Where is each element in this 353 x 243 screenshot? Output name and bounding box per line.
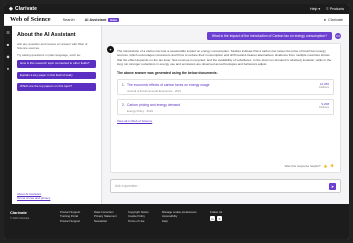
source-item[interactable]: 1. The economic effects of carbon taxes … — [117, 78, 334, 95]
footer-link[interactable]: Newsletter — [94, 219, 128, 223]
products-label: Products — [329, 7, 344, 11]
clarivate-brand-label: Clarivate — [14, 6, 37, 12]
topbar-links: Help ▾ ⠿ Products — [310, 7, 344, 11]
account-label: Clarivate — [328, 17, 343, 22]
main-area: ☰ ■ ◆ ● About the AI Assistant Ask any q… — [4, 26, 349, 204]
side-rail: ☰ ■ ◆ ● — [4, 26, 12, 204]
source-title[interactable]: Carbon pricing and energy demand — [122, 103, 329, 107]
suggestion-button[interactable]: Explain a key paper in this field of stu… — [17, 71, 96, 80]
tab-ai-assistant-label: AI Assistant — [84, 17, 107, 22]
footer-logo: Clarivate — [10, 210, 27, 215]
alert-icon[interactable]: ● — [7, 67, 9, 71]
account-menu[interactable]: ● Clarivate — [324, 18, 343, 22]
source-number: 1. — [122, 82, 125, 87]
help-menu[interactable]: Help ▾ — [310, 7, 320, 11]
suggestion-button[interactable]: How is this research topic connected to … — [17, 60, 96, 68]
footer-link[interactable]: Terms of Use — [128, 219, 162, 223]
source-citations: 9,208 Citations — [318, 102, 329, 111]
feedback-row: Was this response helpful? 👍 👎 — [285, 164, 334, 168]
source-title[interactable]: The economic effects of carbon taxes on … — [122, 83, 329, 87]
answer-text: The introduction of a carbon tax has a m… — [117, 49, 332, 67]
beta-badge: Beta — [108, 17, 119, 22]
footer-col: Manage cookie preferences Accessibility … — [162, 210, 202, 233]
about-title: About the AI Assistant — [17, 32, 76, 38]
sources-title: The above answer was generated using the… — [117, 70, 218, 75]
footer-col: Copyright Notice Cookie Policy Terms of … — [128, 210, 162, 233]
follow-label: Follow Us — [210, 210, 223, 214]
wos-logo[interactable]: Web of Science — [10, 16, 51, 23]
about-prompt: Try asking questions in plain language, … — [17, 53, 81, 57]
clarivate-logo-icon: ◈ — [9, 6, 13, 12]
input-placeholder: Ask a question... — [115, 184, 141, 188]
history-icon[interactable]: ■ — [7, 43, 9, 47]
footer-link[interactable]: Help — [162, 219, 202, 223]
source-meta: Energy Policy · 2019 — [127, 108, 153, 113]
clarivate-brand[interactable]: ◈ Clarivate — [9, 6, 37, 12]
bookmark-icon[interactable]: ◆ — [6, 55, 9, 59]
footer-link[interactable]: Product Support — [60, 219, 94, 223]
products-menu[interactable]: ⠿ Products — [326, 7, 344, 11]
footer-brand: Clarivate © 2024 Clarivate — [10, 210, 60, 233]
social-icons: in X — [210, 216, 222, 221]
suggestion-button[interactable]: Which are the top papers on this topic? — [17, 83, 96, 91]
view-all-link[interactable]: View all in Web of Science — [117, 119, 334, 123]
source-number: 2. — [122, 102, 125, 107]
panel-footer: About AI Assistant Terms of use and priv… — [17, 192, 50, 200]
question-input[interactable]: Ask a question... ➤ — [110, 179, 341, 193]
feedback-label: Was this response helpful? — [284, 164, 321, 168]
wos-header: Web of Science Search AI Assistant Beta … — [4, 14, 349, 26]
ai-assistant-icon: ✦ — [107, 46, 114, 53]
thumbs-down-icon[interactable]: 👎 — [330, 164, 334, 168]
menu-icon[interactable]: ☰ — [6, 31, 10, 35]
tab-search[interactable]: Search — [63, 18, 75, 22]
source-meta: Journal of Environmental Economics · 202… — [127, 88, 182, 93]
send-icon: ➤ — [330, 183, 335, 189]
account-icon: ● — [323, 17, 327, 22]
window-frame: ◈ Clarivate Help ▾ ⠿ Products Web of Sci… — [0, 0, 353, 243]
site-footer: Clarivate © 2024 Clarivate Product Suppo… — [4, 204, 349, 239]
app-screen: ◈ Clarivate Help ▾ ⠿ Products Web of Sci… — [4, 4, 349, 239]
citation-label: Citations — [318, 106, 329, 110]
user-avatar: CS — [335, 33, 341, 39]
send-button[interactable]: ➤ — [329, 182, 336, 190]
tab-search-label: Search — [62, 17, 75, 22]
thumbs-up-icon[interactable]: 👍 — [324, 164, 328, 168]
x-icon[interactable]: X — [217, 216, 222, 221]
user-question: What is the impact of the introduction o… — [206, 32, 332, 40]
terms-link[interactable]: Terms of use and privacy — [17, 196, 50, 200]
source-item[interactable]: 2. Carbon pricing and energy demand Ener… — [117, 98, 334, 115]
tab-ai-assistant[interactable]: AI Assistant Beta — [84, 17, 119, 22]
citation-label: Citations — [318, 86, 329, 90]
source-citations: 12,256 Citations — [318, 82, 329, 91]
footer-social: Follow Us in X — [210, 210, 222, 233]
about-intro: Ask any question and receive an answer w… — [17, 42, 88, 50]
footer-copyright: © 2024 Clarivate — [10, 217, 30, 220]
user-message: What is the impact of the introduction o… — [206, 32, 341, 40]
ai-answer-card: ✦ The introduction of a carbon tax has a… — [107, 43, 341, 173]
about-panel: About the AI Assistant Ask any question … — [12, 26, 102, 204]
chat-area: What is the impact of the introduction o… — [102, 26, 349, 204]
clarivate-topbar: ◈ Clarivate Help ▾ ⠿ Products — [4, 4, 349, 14]
linkedin-icon[interactable]: in — [210, 216, 215, 221]
footer-col: Product Support Training Portal Product … — [60, 210, 94, 233]
footer-col: Data Correction Privacy Statement Newsle… — [94, 210, 128, 233]
